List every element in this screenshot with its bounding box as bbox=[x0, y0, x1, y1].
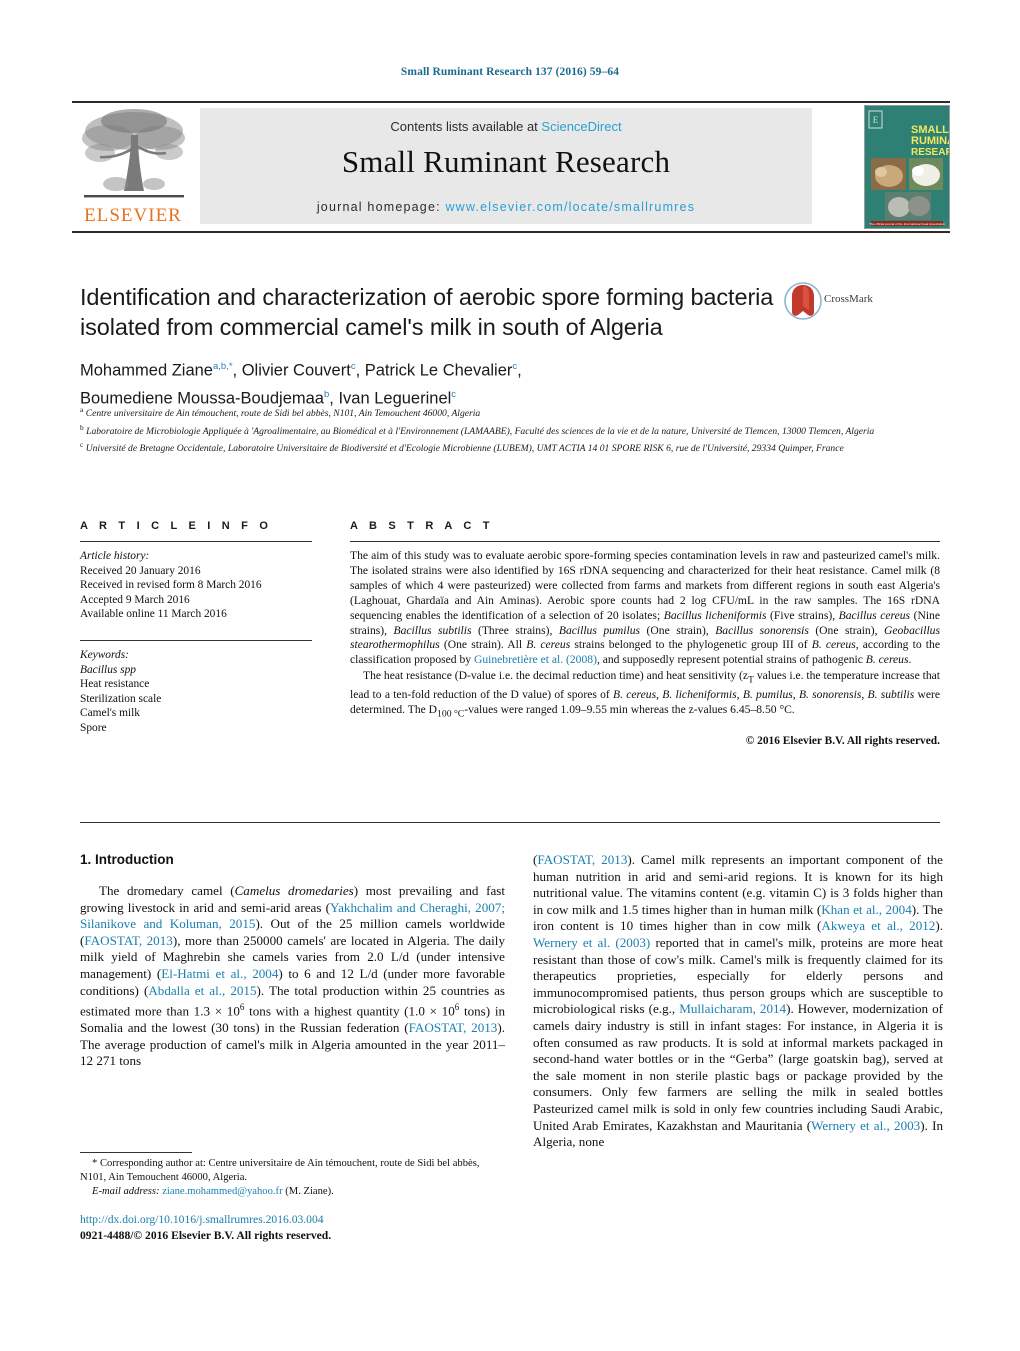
keywords-block: Keywords: Bacillus spp Heat resistance S… bbox=[80, 648, 312, 736]
divider bbox=[80, 639, 312, 641]
abstract-body: The aim of this study was to evaluate ae… bbox=[350, 549, 940, 749]
elsevier-logo: ELSEVIER bbox=[74, 105, 192, 229]
divider bbox=[80, 822, 940, 823]
keyword-item: Camel's milk bbox=[80, 707, 140, 720]
body-left-column: 1. Introduction The dromedary camel (Cam… bbox=[80, 852, 505, 1070]
abstract-heading: A B S T R A C T bbox=[350, 520, 494, 532]
author-affiliation-marker: c bbox=[512, 361, 518, 372]
page-title: Identification and characterization of a… bbox=[80, 284, 774, 340]
abstract-copyright: © 2016 Elsevier B.V. All rights reserved… bbox=[745, 734, 940, 747]
contents-prefix: Contents lists available at bbox=[390, 119, 542, 134]
body-right-column: (FAOSTAT, 2013). Camel milk represents a… bbox=[533, 852, 943, 1151]
journal-homepage-line: journal homepage: www.elsevier.com/locat… bbox=[200, 200, 812, 214]
email-owner: (M. Ziane). bbox=[285, 1186, 334, 1198]
author-name: Patrick Le Chevalier bbox=[364, 361, 513, 380]
journal-band: Contents lists available at ScienceDirec… bbox=[200, 108, 812, 224]
introduction-right-text: (FAOSTAT, 2013). Camel milk represents a… bbox=[533, 852, 943, 1150]
citation-link[interactable]: Mullaicharam, 2014 bbox=[679, 1001, 786, 1016]
affiliation-item: b Laboratoire de Microbiologie Appliquée… bbox=[80, 421, 940, 439]
journal-cover-thumbnail: E SMALL RUMINANT RESEARCH The official j… bbox=[864, 105, 950, 229]
author-name: Olivier Couvert bbox=[241, 361, 351, 380]
history-item: Accepted 9 March 2016 bbox=[80, 593, 190, 606]
svg-text:RESEARCH: RESEARCH bbox=[911, 147, 949, 158]
corresponding-marker: * bbox=[92, 1158, 98, 1169]
journal-homepage-link[interactable]: www.elsevier.com/locate/smallrumres bbox=[445, 200, 695, 214]
title-block: Identification and characterization of a… bbox=[80, 282, 873, 410]
crossmark-icon bbox=[784, 282, 822, 320]
elsevier-wordmark: ELSEVIER bbox=[84, 205, 182, 226]
affiliation-item: c Université de Bretagne Occidentale, La… bbox=[80, 438, 940, 456]
svg-text:RUMINANT: RUMINANT bbox=[911, 135, 949, 147]
affiliation-item: a Centre universitaire de Ain témouchent… bbox=[80, 403, 940, 421]
article-history: Article history: Received 20 January 201… bbox=[80, 549, 312, 622]
contents-lists-line: Contents lists available at ScienceDirec… bbox=[200, 119, 812, 134]
divider bbox=[350, 541, 940, 542]
citation-link[interactable]: FAOSTAT, 2013 bbox=[409, 1020, 498, 1035]
footnote-divider bbox=[80, 1152, 192, 1153]
abstract-paragraph-2: The heat resistance (D-value i.e. the de… bbox=[350, 669, 941, 720]
divider bbox=[80, 541, 312, 542]
article-history-label: Article history: bbox=[80, 550, 150, 562]
history-item: Received in revised form 8 March 2016 bbox=[80, 579, 262, 592]
author-affiliation-marker: c bbox=[451, 388, 457, 400]
affiliations-block: a Centre universitaire de Ain témouchent… bbox=[80, 403, 940, 456]
abstract-paragraph-1: The aim of this study was to evaluate ae… bbox=[350, 549, 941, 667]
keywords-label: Keywords: bbox=[80, 648, 129, 661]
author-affiliation-marker: c bbox=[350, 361, 356, 372]
section-title-introduction: 1. Introduction bbox=[80, 852, 174, 867]
affiliation-text: Centre universitaire de Ain témouchent, … bbox=[85, 408, 481, 420]
affiliation-marker: a bbox=[80, 405, 84, 414]
citation-link[interactable]: FAOSTAT, 2013 bbox=[537, 852, 627, 867]
article-info-column: A R T I C L E I N F O Article history: R… bbox=[80, 520, 312, 736]
footer-doi-block: http://dx.doi.org/10.1016/j.smallrumres.… bbox=[80, 1212, 510, 1243]
author-name: Mohammed Ziane bbox=[80, 361, 213, 380]
citation-link[interactable]: Yakhchalim and Cheraghi, 2007; Silanikov… bbox=[80, 900, 505, 932]
history-item: Available online 11 March 2016 bbox=[80, 608, 227, 621]
issn-copyright: 0921-4488/© 2016 Elsevier B.V. All right… bbox=[80, 1228, 332, 1242]
corresponding-author-note: * Corresponding author at: Centre univer… bbox=[80, 1157, 508, 1185]
author-affiliation-marker: a,b,* bbox=[212, 361, 233, 372]
crossmark-label: CrossMark bbox=[824, 293, 873, 305]
citation-link[interactable]: Wernery et al. (2003) bbox=[533, 935, 650, 950]
footnotes-block: * Corresponding author at: Centre univer… bbox=[80, 1157, 508, 1200]
doi-link[interactable]: http://dx.doi.org/10.1016/j.smallrumres.… bbox=[80, 1212, 510, 1228]
citation-link[interactable]: Guinebretière et al. (2008) bbox=[474, 653, 597, 666]
affiliation-text: Université de Bretagne Occidentale, Labo… bbox=[85, 443, 844, 455]
email-label: E-mail address: bbox=[92, 1186, 160, 1198]
citation-link[interactable]: FAOSTAT, 2013 bbox=[84, 933, 172, 948]
keyword-item: Bacillus spp bbox=[80, 663, 137, 676]
paper-page: Small Ruminant Research 137 (2016) 59–64 bbox=[0, 0, 1020, 1351]
citation-link[interactable]: Khan et al., 2004 bbox=[821, 902, 911, 917]
svg-text:The official journal of the In: The official journal of the Internationa… bbox=[869, 222, 945, 226]
author-list: Mohammed Zianea,b,*, Olivier Couvertc, P… bbox=[80, 361, 522, 407]
keyword-item: Heat resistance bbox=[80, 678, 150, 691]
citation-link[interactable]: Abdalla et al., 2015 bbox=[148, 983, 256, 998]
email-link[interactable]: ziane.mohammed@yahoo.fr bbox=[162, 1186, 282, 1197]
affiliation-text: Laboratoire de Microbiologie Appliquée à… bbox=[86, 425, 875, 437]
email-note: E-mail address: ziane.mohammed@yahoo.fr … bbox=[80, 1185, 508, 1199]
author-affiliation-marker: b bbox=[323, 388, 330, 400]
corresponding-text: Corresponding author at: Centre universi… bbox=[80, 1158, 480, 1184]
running-head: Small Ruminant Research 137 (2016) 59–64 bbox=[400, 66, 620, 78]
citation-link[interactable]: Akweya et al., 2012 bbox=[821, 918, 935, 933]
citation-link[interactable]: Wernery et al., 2003 bbox=[811, 1118, 920, 1133]
journal-title: Small Ruminant Research bbox=[341, 144, 671, 179]
introduction-left-text: The dromedary camel (Camelus dromedaries… bbox=[80, 883, 506, 1069]
affiliation-marker: c bbox=[80, 440, 84, 450]
citation-link[interactable]: El-Hatmi et al., 2004 bbox=[161, 966, 278, 981]
abstract-column: A B S T R A C T The aim of this study wa… bbox=[350, 520, 940, 749]
journal-masthead: ELSEVIER Contents lists available at Sci… bbox=[72, 101, 950, 233]
history-item: Received 20 January 2016 bbox=[80, 564, 201, 577]
keyword-item: Spore bbox=[80, 721, 107, 734]
svg-text:E: E bbox=[873, 115, 879, 125]
crossmark-badge[interactable]: CrossMark bbox=[784, 282, 873, 322]
article-info-heading: A R T I C L E I N F O bbox=[80, 520, 273, 532]
affiliation-marker: b bbox=[80, 422, 84, 432]
sciencedirect-link[interactable]: ScienceDirect bbox=[541, 119, 621, 134]
keyword-item: Sterilization scale bbox=[80, 692, 162, 705]
homepage-prefix: journal homepage: bbox=[316, 200, 446, 214]
